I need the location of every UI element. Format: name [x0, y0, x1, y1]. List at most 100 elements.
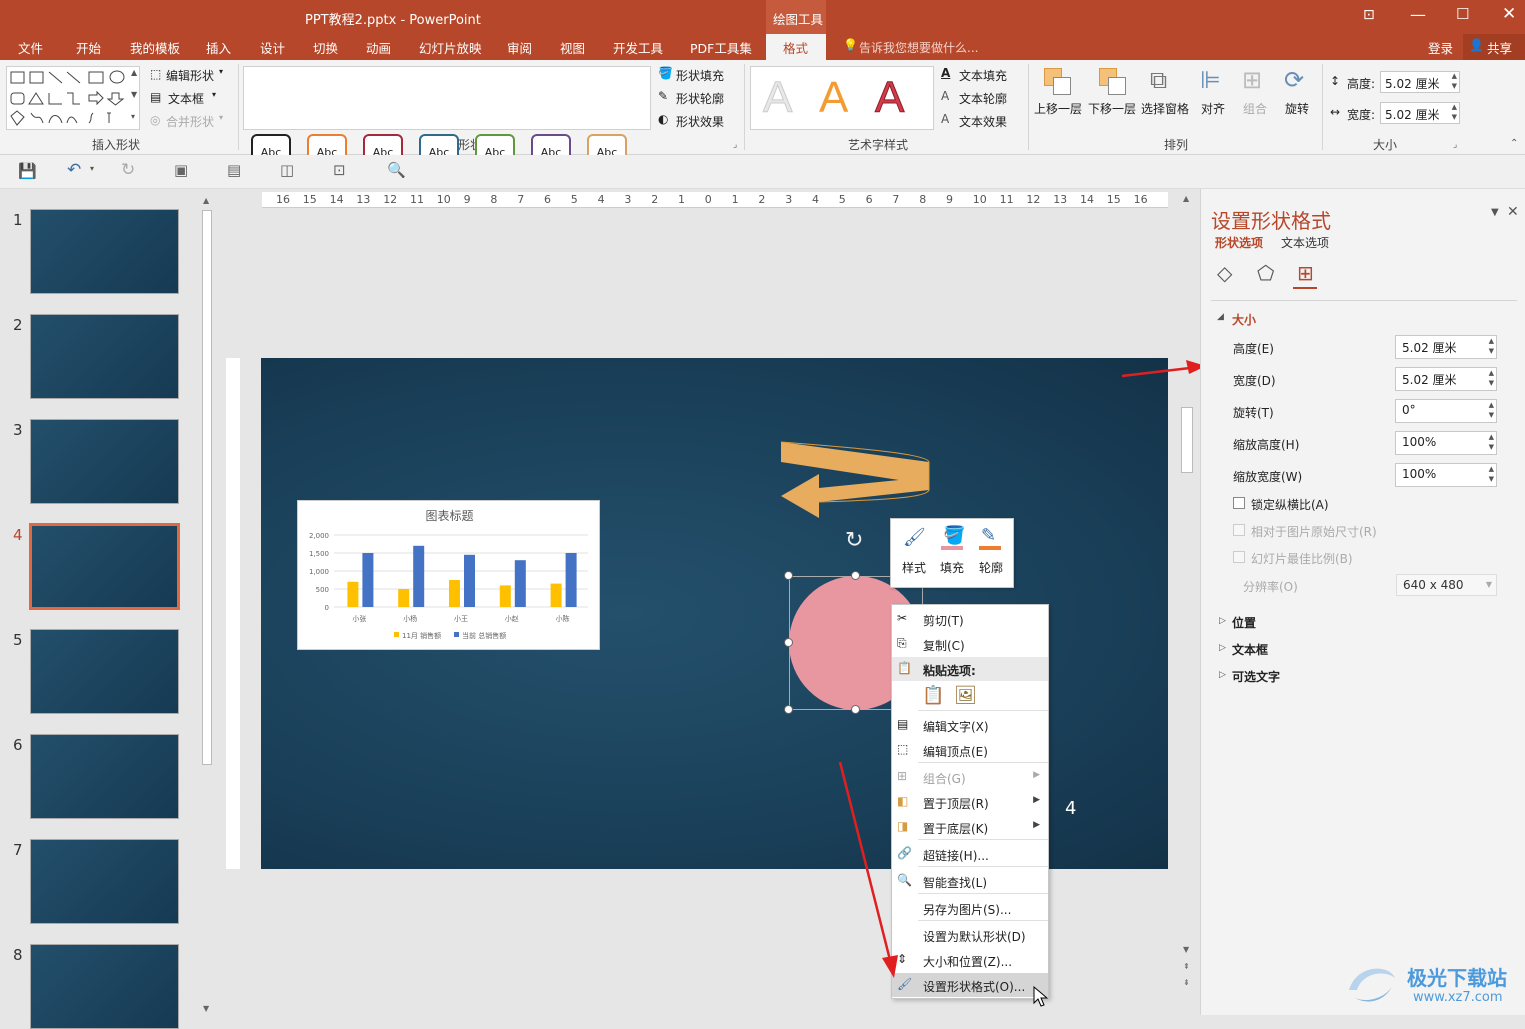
slide-thumbnail-5[interactable]	[30, 629, 179, 714]
slide-thumbnail-4[interactable]	[29, 523, 180, 610]
bring-forward-button[interactable]: 上移一层	[1034, 100, 1082, 117]
redo-icon[interactable]: ↻	[121, 160, 135, 180]
share-button[interactable]: 👤 共享	[1463, 34, 1525, 60]
tab-file[interactable]: 文件	[18, 38, 43, 57]
ribbon-display-icon[interactable]: ⊡	[1363, 7, 1375, 23]
spin-down-icon[interactable]: ▼	[1489, 475, 1494, 483]
menu-format-shape[interactable]: 🖌 设置形状格式(O)...	[892, 973, 1048, 997]
menu-edit-points[interactable]: ⬚ 编辑顶点(E)	[892, 738, 1048, 762]
section-collapsed-icon[interactable]: ▷	[1219, 643, 1226, 653]
editor-scrollbar[interactable]: ▲ ▼ ⇞ ⇟	[1180, 192, 1194, 992]
collapse-ribbon-icon[interactable]: ⌃	[1510, 138, 1518, 149]
scale-height-input[interactable]: 100% ▲ ▼	[1395, 431, 1497, 455]
ribbon-height-input[interactable]: 5.02 厘米 ▲ ▼	[1380, 71, 1460, 93]
lock-aspect-checkbox[interactable]	[1233, 497, 1245, 509]
menu-cut[interactable]: ✂ 剪切(T)	[892, 607, 1048, 631]
tab-pdf[interactable]: PDF工具集	[690, 38, 752, 57]
menu-copy[interactable]: ⎘ 复制(C)	[892, 632, 1048, 656]
present-icon[interactable]: ⊡	[333, 161, 346, 179]
tab-animations[interactable]: 动画	[366, 38, 391, 57]
shape-fill-button[interactable]: 形状填充	[676, 67, 724, 84]
scroll-down-icon[interactable]: ▼	[203, 1004, 209, 1013]
spin-up-icon[interactable]: ▲	[1452, 72, 1457, 80]
slide-thumbnail-2[interactable]	[30, 314, 179, 399]
spin-up-icon[interactable]: ▲	[1489, 401, 1494, 409]
position-section-header[interactable]: 位置	[1232, 614, 1256, 631]
close-icon[interactable]: ✕	[1502, 4, 1516, 24]
tab-developer[interactable]: 开发工具	[613, 38, 663, 57]
size-properties-icon[interactable]: ⊞	[1297, 261, 1314, 285]
mini-fill-button[interactable]: 填充	[940, 559, 964, 576]
undo-icon[interactable]: ↶	[67, 160, 81, 180]
spin-up-icon[interactable]: ▲	[1452, 103, 1457, 111]
curved-arrow-shape[interactable]	[779, 440, 934, 520]
slide-thumbnail-1[interactable]	[30, 209, 179, 294]
scroll-up-icon[interactable]: ▲	[1183, 194, 1189, 203]
maximize-icon[interactable]: ☐	[1456, 5, 1469, 23]
tell-me-search[interactable]: 告诉我您想要做什么...	[859, 39, 978, 56]
gallery-up-icon[interactable]: ▲	[131, 68, 137, 77]
chevron-down-icon[interactable]: ▾	[90, 164, 94, 173]
relative-original-checkbox[interactable]	[1233, 524, 1245, 536]
height-input[interactable]: 5.02 厘米 ▲ ▼	[1395, 335, 1497, 359]
alt-text-section-header[interactable]: 可选文字	[1232, 668, 1280, 685]
text-outline-button[interactable]: 文本轮廓	[959, 90, 1007, 107]
resize-handle-s[interactable]	[851, 705, 860, 714]
gallery-down-icon[interactable]: ▼	[131, 90, 137, 99]
resize-handle-w[interactable]	[784, 638, 793, 647]
textbox-section-header[interactable]: 文本框	[1232, 641, 1268, 658]
slide-thumbnail-3[interactable]	[30, 419, 179, 504]
dialog-launcher-icon[interactable]: ⌟	[1453, 140, 1457, 150]
slide-thumbnail-7[interactable]	[30, 839, 179, 924]
tab-text-options[interactable]: 文本选项	[1281, 234, 1329, 251]
text-effects-button[interactable]: 文本效果	[959, 113, 1007, 130]
shape-gallery[interactable]	[6, 66, 140, 130]
pane-scrollbar[interactable]	[1511, 249, 1523, 1009]
width-input[interactable]: 5.02 厘米 ▲ ▼	[1395, 367, 1497, 391]
resize-handle-n[interactable]	[851, 571, 860, 580]
spin-down-icon[interactable]: ▼	[1489, 347, 1494, 355]
spin-up-icon[interactable]: ▲	[1489, 465, 1494, 473]
edit-shape-button[interactable]: 编辑形状	[166, 67, 214, 84]
spin-down-icon[interactable]: ▼	[1452, 113, 1457, 121]
resize-handle-sw[interactable]	[784, 705, 793, 714]
scroll-up-icon[interactable]: ▲	[203, 196, 209, 205]
scale-width-input[interactable]: 100% ▲ ▼	[1395, 463, 1497, 487]
section-expanded-icon[interactable]: ◢	[1217, 312, 1224, 322]
tab-review[interactable]: 审阅	[507, 38, 532, 57]
login-link[interactable]: 登录	[1428, 38, 1453, 57]
menu-group[interactable]: ⊞ 组合(G) ▶	[892, 765, 1048, 789]
fill-line-icon[interactable]: ◇	[1217, 261, 1232, 285]
shape-outline-button[interactable]: 形状轮廓	[676, 90, 724, 107]
spin-up-icon[interactable]: ▲	[1489, 433, 1494, 441]
style-brush-icon[interactable]: 🖌	[903, 527, 926, 548]
resolution-select[interactable]: 640 x 480 ▼	[1396, 574, 1497, 596]
group-button[interactable]: 组合	[1243, 100, 1267, 117]
scroll-thumb[interactable]	[202, 210, 212, 765]
effects-pentagon-icon[interactable]: ⬠	[1257, 261, 1274, 285]
tab-format[interactable]: 格式	[766, 34, 826, 60]
print-preview-icon[interactable]: 🔍	[387, 161, 406, 179]
menu-size-position[interactable]: ⇕ 大小和位置(Z)...	[892, 948, 1048, 972]
tab-transitions[interactable]: 切换	[313, 38, 338, 57]
spin-down-icon[interactable]: ▼	[1489, 411, 1494, 419]
tab-home[interactable]: 开始	[76, 38, 101, 57]
scroll-down-icon[interactable]: ▼	[1183, 945, 1189, 954]
menu-edit-text[interactable]: ▤ 编辑文字(X)	[892, 713, 1048, 737]
scroll-thumb[interactable]	[1181, 407, 1193, 473]
section-collapsed-icon[interactable]: ▷	[1219, 616, 1226, 626]
shape-effects-button[interactable]: 形状效果	[676, 113, 724, 130]
text-box-button[interactable]: 文本框	[168, 90, 204, 107]
spin-down-icon[interactable]: ▼	[1489, 443, 1494, 451]
mini-outline-button[interactable]: 轮廓	[979, 559, 1003, 576]
rotate-button[interactable]: 旋转	[1285, 100, 1309, 117]
tab-slideshow[interactable]: 幻灯片放映	[419, 38, 482, 57]
next-slide-icon[interactable]: ⇟	[1183, 978, 1190, 987]
resize-handle-nw[interactable]	[784, 571, 793, 580]
tab-shape-options[interactable]: 形状选项	[1215, 234, 1263, 251]
selection-pane-button[interactable]: 选择窗格	[1141, 100, 1189, 117]
textbox-quick-icon[interactable]: ▤	[227, 161, 241, 179]
menu-bring-front[interactable]: ◧ 置于顶层(R) ▶	[892, 790, 1048, 814]
text-fill-button[interactable]: 文本填充	[959, 67, 1007, 84]
pane-options-icon[interactable]: ▼	[1491, 207, 1499, 218]
